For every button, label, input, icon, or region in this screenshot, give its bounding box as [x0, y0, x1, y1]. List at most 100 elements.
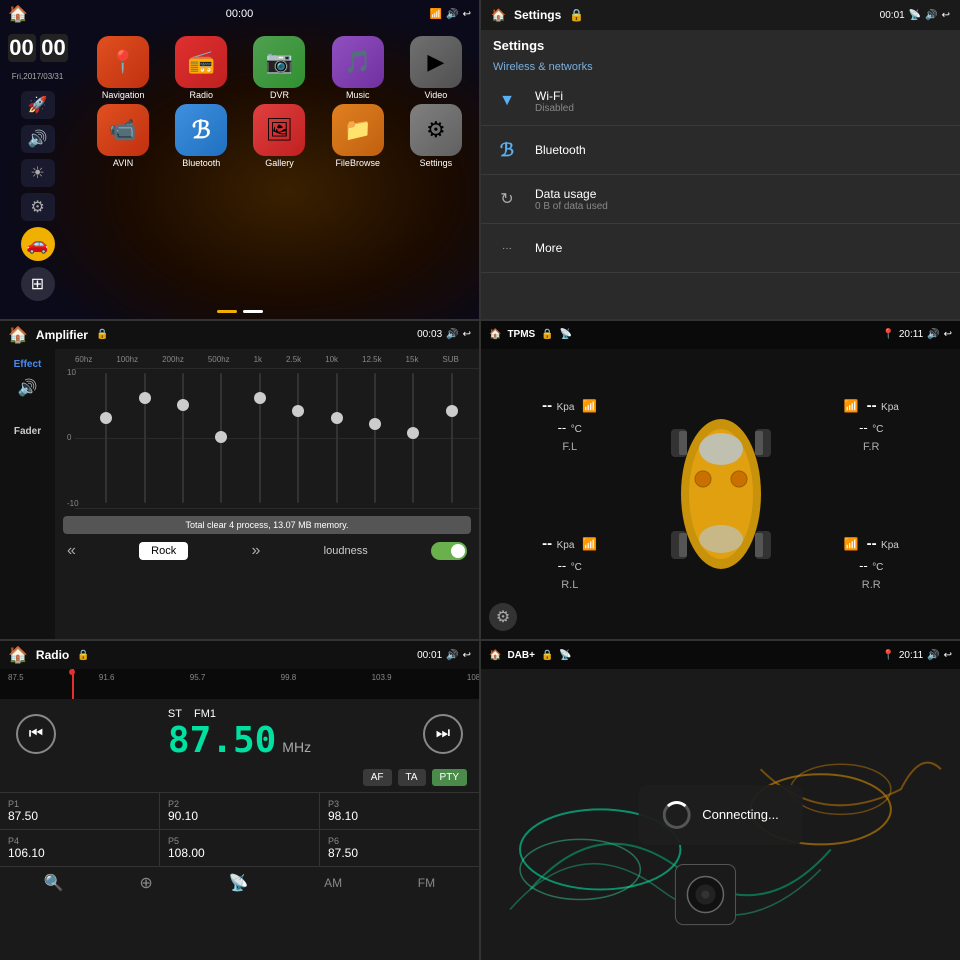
- dab-home-icon[interactable]: 🏠: [489, 650, 501, 661]
- datausage-sub: 0 B of data used: [535, 201, 948, 212]
- radio-connect-btn[interactable]: ⊕: [139, 873, 152, 892]
- wifi-item[interactable]: ▼ Wi-Fi Disabled: [481, 77, 960, 126]
- radio-statusbar: 🏠 Radio 🔒 00:01 🔊 ↩: [0, 641, 479, 669]
- radio-fm-btn[interactable]: FM: [418, 873, 435, 892]
- radio-back-icon[interactable]: ↩: [463, 650, 471, 661]
- amp-title: Amplifier: [36, 328, 88, 342]
- radio-pty-btn[interactable]: PTY: [432, 769, 467, 786]
- radio-search-btn[interactable]: 🔍: [44, 873, 64, 892]
- settings-back[interactable]: ↩: [942, 10, 950, 21]
- eq-slider-0[interactable]: [105, 368, 107, 508]
- apps-btn[interactable]: ⊞: [21, 267, 55, 301]
- radio-presets: P1 87.50 P2 90.10 P3 98.10 P4 106.10: [0, 792, 479, 866]
- radio-af-btn[interactable]: AF: [363, 769, 392, 786]
- eq-slider-7[interactable]: [374, 368, 376, 508]
- eq-slider-4[interactable]: [259, 368, 261, 508]
- car-svg: [661, 399, 781, 589]
- app-dvr[interactable]: 📷 DVR: [242, 36, 316, 100]
- rl-pos: R.L: [561, 579, 578, 591]
- tpms-home-icon[interactable]: 🏠: [489, 329, 501, 340]
- eq-slider-2[interactable]: [182, 368, 184, 508]
- volume-btn[interactable]: 🔊: [21, 125, 55, 153]
- rl-signal: 📶: [582, 537, 597, 551]
- app-gallery[interactable]: 🖼 Gallery: [242, 104, 316, 168]
- amp-home-icon[interactable]: 🏠: [8, 325, 28, 345]
- wifi-icon: ▼: [493, 87, 521, 115]
- lock-icon: 🔒: [569, 8, 584, 22]
- home-icon[interactable]: 🏠: [8, 4, 28, 24]
- more-item[interactable]: ··· More: [481, 224, 960, 273]
- amp-time: 00:03: [417, 329, 442, 340]
- freq-display: ST FM1 87.50 MHz: [168, 708, 311, 761]
- panel-settings: 🏠 Settings 🔒 00:01 📡 🔊 ↩ Settings Wirele…: [481, 0, 960, 319]
- preset-p2[interactable]: P2 90.10: [160, 793, 320, 829]
- dot-1[interactable]: [217, 310, 237, 313]
- dab-vol-icon: 🔊: [927, 650, 939, 661]
- rr-pos: R.R: [862, 579, 881, 591]
- app-music[interactable]: 🎵 Music: [321, 36, 395, 100]
- equalizer-btn[interactable]: ⚙: [21, 193, 55, 221]
- clock-area: 00 00: [8, 34, 68, 62]
- app-video[interactable]: ▶ Video: [399, 36, 473, 100]
- freq-12.5k: 12.5k: [362, 355, 382, 364]
- settings-home-icon[interactable]: 🏠: [491, 8, 506, 22]
- eq-next-btn[interactable]: »: [252, 542, 261, 560]
- tpms-location-icon: 📍: [882, 329, 894, 340]
- radio-ta-btn[interactable]: TA: [398, 769, 426, 786]
- freq-sub: SUB: [442, 355, 458, 364]
- fr-c-unit: °C: [872, 424, 883, 435]
- dot-2[interactable]: [243, 310, 263, 313]
- app-navigation[interactable]: 📍 Navigation: [86, 36, 160, 100]
- fader-btn[interactable]: Fader: [14, 426, 41, 437]
- radio-am-btn[interactable]: AM: [324, 873, 342, 892]
- radio-main: ⏮ ST FM1 87.50 MHz ⏭: [0, 699, 479, 769]
- loudness-toggle[interactable]: [431, 542, 467, 560]
- dab-time: 20:11: [899, 650, 923, 661]
- brightness-btn[interactable]: ☀: [21, 159, 55, 187]
- preset-p6[interactable]: P6 87.50: [320, 830, 479, 866]
- date-display: Fri,2017/03/31: [12, 72, 64, 81]
- dab-location-icon: 📍: [882, 650, 894, 661]
- eq-slider-3[interactable]: [220, 368, 222, 508]
- rocket-btn[interactable]: 🚀: [21, 91, 55, 119]
- tpms-fr: 📶 -- Kpa -- °C F.R: [791, 397, 953, 453]
- amp-back-icon[interactable]: ↩: [463, 329, 471, 340]
- app-radio[interactable]: 📻 Radio: [164, 36, 238, 100]
- fl-pos: F.L: [562, 441, 577, 453]
- datausage-item[interactable]: ↻ Data usage 0 B of data used: [481, 175, 960, 224]
- dab-back-icon[interactable]: ↩: [944, 650, 952, 661]
- radio-unit: MHz: [282, 739, 311, 755]
- app-filebrowse[interactable]: 📁 FileBrowse: [321, 104, 395, 168]
- amp-vol-icon: 🔊: [446, 329, 458, 340]
- settings-signal: 📡: [909, 10, 921, 21]
- radio-prev-btn[interactable]: ⏮: [16, 714, 56, 754]
- radio-antenna-btn[interactable]: 📡: [229, 873, 249, 892]
- eq-slider-8[interactable]: [412, 368, 414, 508]
- eq-preset-btn[interactable]: Rock: [139, 542, 188, 560]
- freq-100: 100hz: [116, 355, 138, 364]
- fr-signal: 📶: [844, 399, 859, 413]
- tpms-back-icon[interactable]: ↩: [944, 329, 952, 340]
- preset-p4[interactable]: P4 106.10: [0, 830, 160, 866]
- bluetooth-item[interactable]: ℬ Bluetooth: [481, 126, 960, 175]
- radio-next-btn[interactable]: ⏭: [423, 714, 463, 754]
- amp-vol-icon2[interactable]: 🔊: [18, 378, 38, 398]
- preset-p5[interactable]: P5 108.00: [160, 830, 320, 866]
- preset-p3[interactable]: P3 98.10: [320, 793, 479, 829]
- back-icon[interactable]: ↩: [463, 9, 471, 20]
- eq-slider-9[interactable]: [451, 368, 453, 508]
- effect-btn[interactable]: Effect: [14, 359, 42, 370]
- datausage-icon: ↻: [493, 185, 521, 213]
- fs-4: 99.8: [281, 673, 297, 682]
- app-settings[interactable]: ⚙ Settings: [399, 104, 473, 168]
- tpms-lock-icon: 🔒: [541, 329, 553, 340]
- app-avin[interactable]: 📹 AVIN: [86, 104, 160, 168]
- eq-slider-6[interactable]: [336, 368, 338, 508]
- app-bluetooth[interactable]: ℬ Bluetooth: [164, 104, 238, 168]
- preset-p1[interactable]: P1 87.50: [0, 793, 160, 829]
- eq-slider-1[interactable]: [144, 368, 146, 508]
- car-btn[interactable]: 🚗: [21, 227, 55, 261]
- eq-slider-5[interactable]: [297, 368, 299, 508]
- eq-prev-btn[interactable]: «: [67, 542, 76, 560]
- radio-home-icon[interactable]: 🏠: [8, 645, 28, 665]
